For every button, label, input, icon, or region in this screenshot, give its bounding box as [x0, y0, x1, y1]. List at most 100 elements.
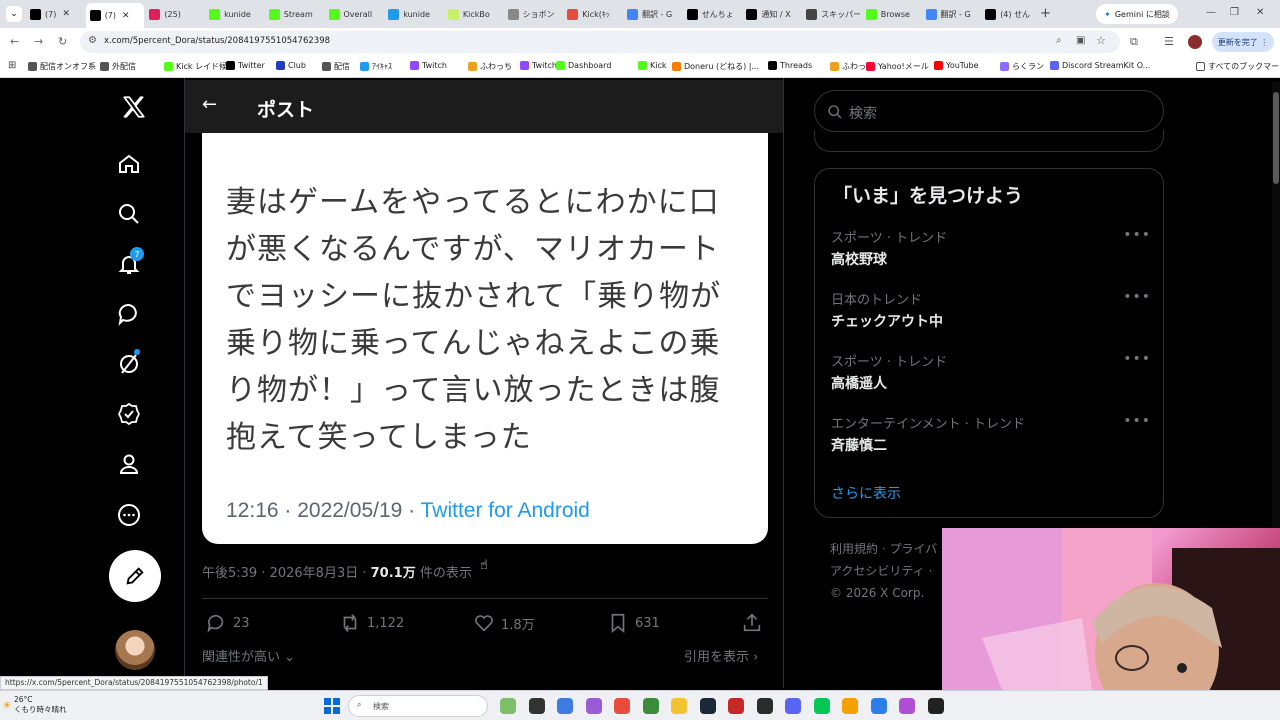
like-button[interactable]: 1.8万	[473, 612, 535, 634]
browser-tab[interactable]: KickBo	[444, 4, 502, 24]
post-image[interactable]: 妻はゲームをやってるとにわかに口 が悪くなるんですが、マリオカート でヨッシーに抜か…	[202, 133, 768, 544]
browser-tab[interactable]: (25)	[145, 4, 203, 24]
minimize-button[interactable]: —	[1206, 7, 1216, 18]
browser-tab[interactable]: Stream	[265, 4, 323, 24]
more-options-icon[interactable]: •••	[1123, 289, 1151, 305]
browser-tab[interactable]: 翻訳 - G	[922, 4, 980, 24]
bookmark-item[interactable]: Kick	[638, 61, 667, 70]
close-window-button[interactable]: ✕	[1256, 7, 1264, 18]
browser-tab[interactable]: (7) ✕	[26, 4, 84, 24]
messages-icon[interactable]	[114, 299, 144, 329]
close-tab-icon[interactable]: ✕	[122, 11, 130, 21]
reload-icon[interactable]: ↻	[58, 35, 67, 48]
taskbar-app-icon[interactable]	[642, 698, 659, 714]
back-icon[interactable]: ←	[10, 35, 19, 48]
more-options-icon[interactable]: •••	[1123, 227, 1151, 243]
extensions-icon[interactable]: ⧉	[1130, 35, 1138, 49]
account-avatar[interactable]	[115, 630, 155, 670]
search-input[interactable]: 検索	[814, 90, 1164, 132]
browser-tab[interactable]: せんちょ	[683, 4, 741, 24]
browser-tab[interactable]: kunide	[384, 4, 442, 24]
bookmark-star-icon[interactable]: ☆	[1096, 34, 1106, 47]
bookmark-item[interactable]: Kick レイド候補	[164, 61, 235, 72]
more-options-icon[interactable]: •••	[1123, 351, 1151, 367]
bookmark-item[interactable]: Twitch	[410, 61, 447, 70]
bookmark-item[interactable]: YouTube	[934, 61, 979, 70]
browser-tab[interactable]: kunide	[205, 4, 263, 24]
bookmark-item[interactable]: 外配信	[100, 61, 136, 72]
taskbar-app-icon[interactable]	[528, 698, 545, 714]
bookmark-button[interactable]: 631	[607, 612, 660, 634]
browser-tab[interactable]: (4) せん	[981, 4, 1039, 24]
taskbar-app-icon[interactable]	[728, 698, 744, 714]
taskbar-app-icon[interactable]	[870, 698, 887, 714]
scrollbar-thumb[interactable]	[1273, 92, 1279, 184]
footer-links[interactable]: 利用規約 · プライバ	[830, 538, 937, 560]
taskbar-app-icon[interactable]	[756, 698, 773, 714]
taskbar-app-icon[interactable]	[671, 698, 687, 714]
profile-icon[interactable]	[114, 449, 144, 479]
browser-tab[interactable]: (7) ✕	[85, 3, 144, 28]
profile-avatar[interactable]	[1188, 35, 1202, 49]
taskbar-app-icon[interactable]	[899, 698, 915, 714]
address-bar[interactable]: ⚙ x.com/5percent_Dora/status/20841975510…	[80, 31, 1120, 53]
share-button[interactable]	[741, 612, 769, 634]
notifications-icon[interactable]: 7	[114, 247, 144, 279]
taskbar-app-icon[interactable]	[813, 698, 830, 714]
more-icon[interactable]	[114, 500, 144, 530]
taskbar-app-icon[interactable]	[927, 698, 944, 714]
browser-tab[interactable]: Browse	[862, 4, 920, 24]
bookmark-item[interactable]: Doneru (どねる) |...	[672, 61, 759, 72]
home-icon[interactable]	[114, 149, 144, 179]
taskbar-app-icon[interactable]	[585, 698, 602, 714]
new-tab-button[interactable]: +	[1040, 6, 1051, 21]
bookmark-item[interactable]: 配信オンオフ系	[28, 61, 96, 72]
bookmark-item[interactable]: Yahoo!メール	[866, 61, 929, 72]
trend-item[interactable]: スポーツ · トレンド 高橋遥人 •••	[831, 351, 1151, 401]
browser-tab[interactable]: ショボン	[504, 4, 562, 24]
site-info-icon[interactable]: ⚙	[88, 35, 97, 46]
bookmark-item[interactable]: Twitter	[226, 61, 265, 70]
gemini-button[interactable]: ✦ Gemini に相談	[1096, 4, 1178, 24]
taskbar-app-icon[interactable]	[500, 698, 516, 714]
footer-accessibility[interactable]: アクセシビリティ ·	[830, 560, 937, 582]
taskbar-app-icon[interactable]	[785, 698, 801, 714]
tab-list-dropdown-icon[interactable]: ⌄	[6, 6, 22, 22]
more-options-icon[interactable]: •••	[1123, 413, 1151, 429]
taskbar-search[interactable]: ⌕ 検索	[348, 695, 488, 717]
trend-item[interactable]: エンターテインメント · トレンド 斉藤慎二 •••	[831, 413, 1151, 463]
back-arrow-icon[interactable]: ←	[202, 94, 217, 115]
all-bookmarks-link[interactable]: すべてのブックマーク	[1196, 61, 1280, 72]
premium-icon[interactable]	[114, 399, 144, 429]
bookmark-item[interactable]: Threads	[768, 61, 812, 70]
sort-replies-dropdown[interactable]: 関連性が高い ⌄	[202, 646, 295, 665]
zoom-icon[interactable]: ⌕	[1056, 35, 1062, 46]
taskbar-app-icon[interactable]	[614, 698, 630, 714]
browser-tab[interactable]: スキッパー	[802, 4, 860, 24]
trend-item[interactable]: 日本のトレンド チェックアウト中 •••	[831, 289, 1151, 339]
bookmark-item[interactable]: ふわっち	[468, 61, 512, 72]
start-button[interactable]	[324, 698, 340, 714]
browser-tab[interactable]: 翻訳 - G	[623, 4, 681, 24]
view-quotes-link[interactable]: 引用を表示 ›	[684, 646, 758, 665]
repost-button[interactable]: 1,122	[339, 612, 404, 634]
bookmark-item[interactable]: らくラン	[1000, 61, 1044, 72]
close-tab-icon[interactable]: ✕	[62, 9, 70, 19]
taskbar-app-icon[interactable]	[557, 698, 573, 714]
bookmark-item[interactable]: Discord StreamKit O...	[1050, 61, 1150, 70]
compose-post-button[interactable]	[109, 550, 161, 602]
grok-icon[interactable]	[114, 349, 144, 379]
browser-tab[interactable]: 通知 / X	[742, 4, 800, 24]
update-button[interactable]: 更新を完了 ⋮	[1212, 32, 1274, 52]
tab-search-icon[interactable]: ☰	[1164, 35, 1174, 48]
taskbar-app-icon[interactable]	[699, 698, 716, 714]
browser-tab[interactable]: Overall	[325, 4, 383, 24]
apps-icon[interactable]: ⊞	[8, 60, 16, 71]
forward-icon[interactable]: →	[34, 35, 43, 48]
post-timestamp[interactable]: 午後5:39 · 2026年8月3日 ·	[202, 566, 371, 581]
bookmark-item[interactable]: Twitch	[520, 61, 557, 70]
show-more-link[interactable]: さらに表示	[831, 483, 901, 503]
bookmark-item[interactable]: Club	[276, 61, 306, 70]
bookmark-item[interactable]: 配信	[322, 61, 350, 72]
bookmark-item[interactable]: Dashboard	[556, 61, 611, 70]
